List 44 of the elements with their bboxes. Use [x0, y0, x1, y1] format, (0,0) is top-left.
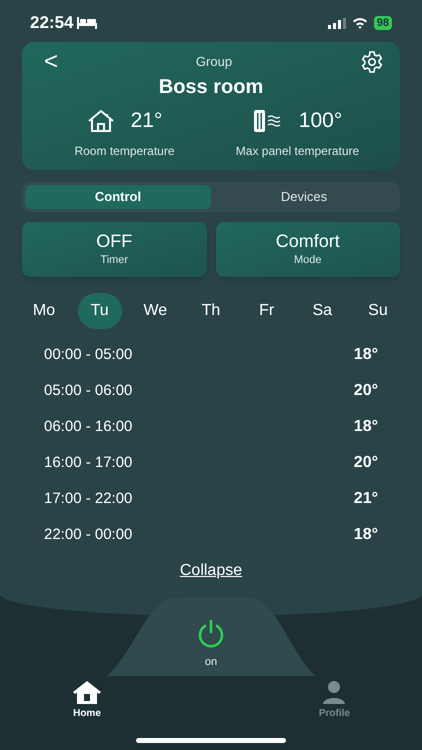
settings-icon[interactable]	[360, 50, 384, 74]
collapse-link[interactable]: Collapse	[180, 559, 242, 583]
person-icon	[322, 680, 346, 704]
setting-tile[interactable]: Comfort Mode	[216, 222, 400, 277]
home-icon	[72, 680, 102, 704]
target-temperature: 21°	[354, 489, 378, 509]
day-button[interactable]: Sa	[300, 293, 344, 329]
day-button[interactable]: We	[133, 293, 178, 329]
radiator-icon	[252, 109, 283, 133]
house-icon	[86, 109, 115, 133]
temperature-value: 21°	[130, 108, 162, 134]
room-title: Boss room	[158, 75, 264, 100]
day-button[interactable]: Th	[188, 293, 233, 329]
target-temperature: 20°	[354, 453, 378, 473]
wifi-icon	[352, 17, 368, 29]
back-button[interactable]: <	[44, 50, 68, 74]
time-range: 17:00 - 22:00	[44, 488, 132, 509]
signal-icon	[328, 18, 346, 28]
target-temperature: 18°	[354, 417, 378, 437]
time-range: 22:00 - 00:00	[44, 524, 132, 545]
day-button[interactable]: Tu	[78, 293, 122, 329]
setting-tile[interactable]: OFF Timer	[22, 222, 206, 277]
nav-tab[interactable]: Home	[72, 680, 102, 721]
time-range: 16:00 - 17:00	[44, 452, 132, 473]
tab[interactable]: Control	[25, 185, 211, 209]
day-button[interactable]: Su	[356, 293, 400, 329]
day-button[interactable]: Mo	[22, 293, 66, 329]
clock: 22:54	[30, 12, 74, 34]
temperature-value: 100°	[298, 108, 342, 134]
bed-icon	[77, 17, 98, 29]
time-range: 05:00 - 06:00	[44, 380, 132, 401]
nav-tab[interactable]: Profile	[318, 680, 350, 721]
power-button[interactable]: on	[195, 618, 227, 676]
day-button[interactable]: Fr	[244, 293, 289, 329]
battery-indicator: 98	[374, 16, 392, 30]
tab[interactable]: Devices	[211, 185, 397, 209]
group-label: Group	[196, 53, 232, 72]
target-temperature: 18°	[354, 345, 378, 365]
target-temperature: 20°	[354, 381, 378, 401]
time-range: 00:00 - 05:00	[44, 344, 132, 365]
temperature-label: Max panel temperature	[236, 143, 360, 160]
temperature-label: Room temperature	[74, 143, 175, 160]
time-range: 06:00 - 16:00	[44, 416, 132, 437]
target-temperature: 18°	[354, 525, 378, 545]
